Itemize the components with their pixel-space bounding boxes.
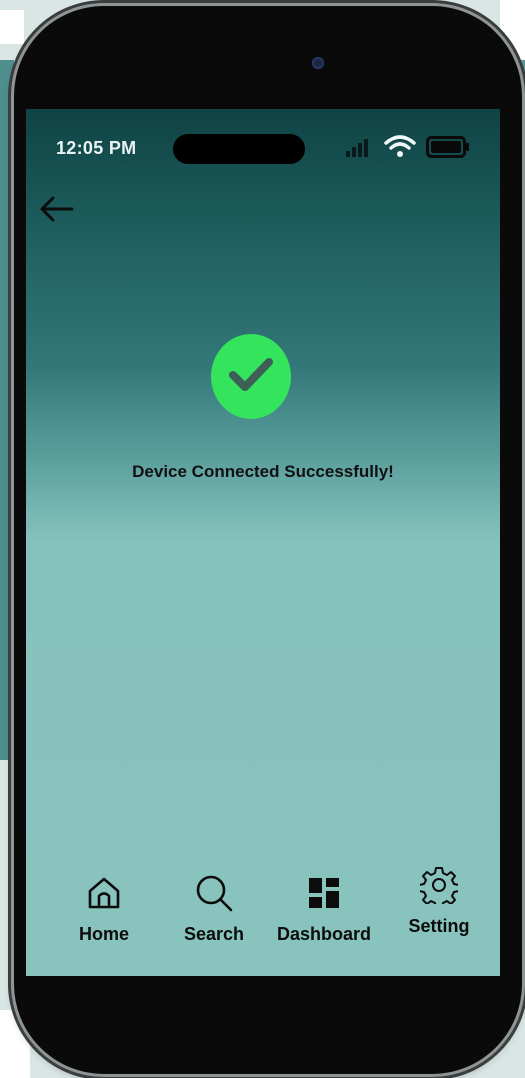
background-strip [0, 60, 14, 760]
home-icon [86, 875, 122, 916]
app-screen: 12:05 PM Device Connected Successfully! … [26, 109, 500, 976]
dynamic-island [173, 134, 305, 164]
nav-label-dashboard: Dashboard [276, 924, 372, 944]
arrow-left-icon [36, 196, 76, 228]
front-camera [312, 57, 324, 69]
battery-icon [426, 135, 470, 163]
dashboard-icon [307, 876, 341, 915]
success-message: Device Connected Successfully! [132, 462, 394, 481]
check-icon [226, 354, 276, 399]
nav-item-search[interactable]: Search [176, 872, 252, 945]
phone-frame: 12:05 PM Device Connected Successfully! … [14, 6, 522, 1074]
search-icon [194, 873, 234, 918]
back-button[interactable] [36, 194, 76, 224]
nav-label-home: Home [78, 924, 129, 944]
nav-label-setting: Setting [408, 916, 470, 936]
status-icons [346, 129, 470, 169]
gear-icon [418, 866, 460, 909]
nav-item-dashboard[interactable]: Dashboard [270, 872, 378, 945]
wifi-icon [384, 134, 416, 164]
bottom-navigation: Home Search Dashboard Setting [26, 866, 500, 967]
nav-item-setting[interactable]: Setting [400, 866, 478, 937]
signal-icon [346, 137, 374, 162]
nav-item-home[interactable]: Home [74, 872, 134, 945]
status-time: 12:05 PM [56, 138, 137, 158]
success-badge [211, 334, 291, 419]
nav-label-search: Search [183, 924, 245, 944]
background-panel [0, 10, 24, 44]
